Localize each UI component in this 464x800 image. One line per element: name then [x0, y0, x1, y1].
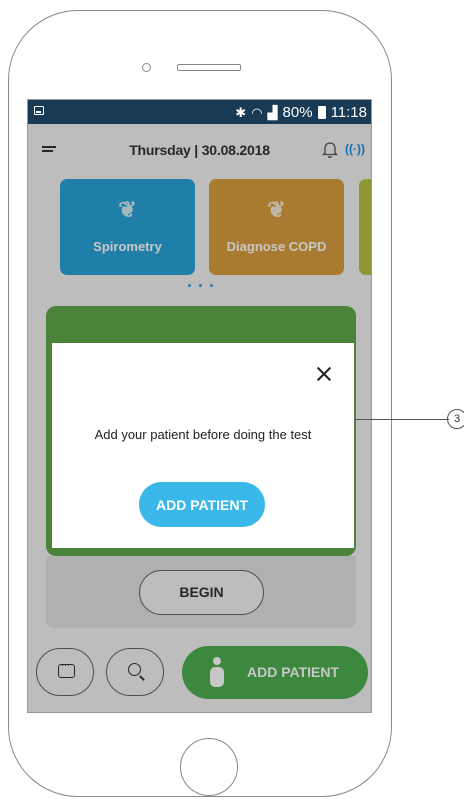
modal-add-patient-button[interactable]: ADD PATIENT [139, 482, 265, 527]
battery-icon [317, 105, 326, 119]
modal-backdrop[interactable]: Add your patient before doing the test A… [28, 124, 371, 712]
callout-number: 3 [447, 409, 464, 429]
battery-percent: 80% [282, 103, 313, 121]
status-bar: ✱ ◠ ▟ 80% 11:18 [28, 100, 371, 124]
wifi-icon: ◠ [251, 104, 263, 120]
clock: 11:18 [330, 103, 367, 121]
camera [142, 63, 151, 72]
modal-message: Add your patient before doing the test [94, 427, 312, 442]
speaker [177, 64, 241, 71]
close-icon[interactable] [317, 367, 331, 381]
callout-line [354, 419, 449, 420]
add-patient-modal: Add your patient before doing the test A… [52, 343, 354, 548]
home-button[interactable] [180, 738, 238, 796]
status-icons: ✱ ◠ ▟ 80% 11:18 [235, 102, 367, 122]
notification-icon [34, 106, 44, 115]
cell-signal-icon: ▟ [267, 104, 278, 120]
bluetooth-icon: ✱ [235, 104, 247, 120]
screen: ✱ ◠ ▟ 80% 11:18 Thursday | 30.08.2018 ((… [27, 99, 372, 713]
